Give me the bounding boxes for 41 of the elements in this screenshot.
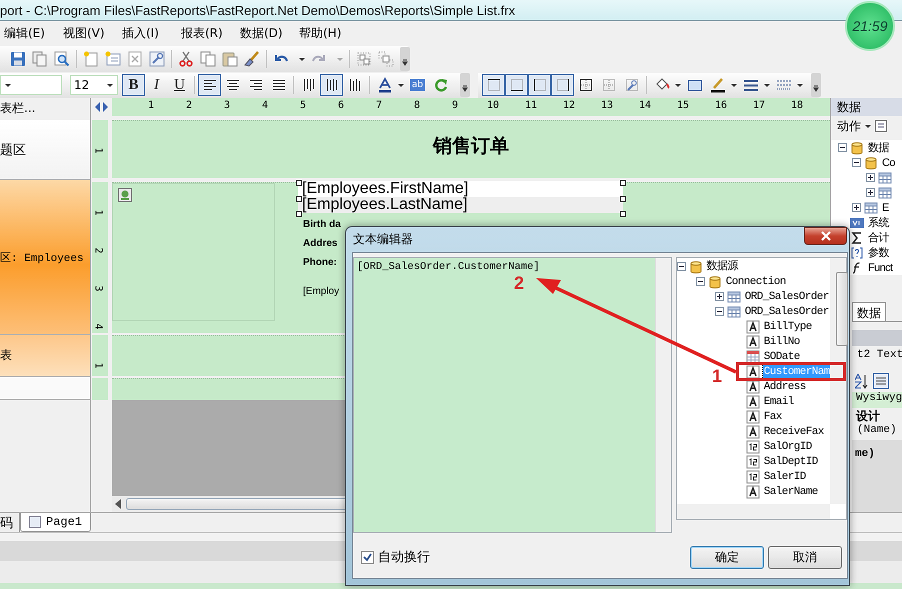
ruler-number: 4 (262, 100, 268, 111)
report-title: 销售订单 (433, 134, 509, 158)
ruler-number: 12 (562, 100, 576, 111)
ruler-number: 1 (148, 100, 154, 111)
text-label: Addres (303, 238, 338, 249)
panel-header: 数据 (831, 98, 902, 116)
ruler-number: 3 (224, 100, 230, 111)
ruler-number: 1 (92, 147, 104, 154)
ruler-number: 3 (92, 285, 104, 292)
ruler-number: 6 (338, 100, 344, 111)
ruler-number: 16 (714, 100, 728, 111)
ruler-number: 18 (790, 100, 804, 111)
text-label: Phone: (303, 257, 337, 268)
property-description: me) (855, 448, 875, 460)
dialog-title: 文本编辑器 (353, 231, 413, 248)
checkbox-label: 自动换行 (378, 549, 430, 566)
window-title: port - C:\Program Files\FastReports\FastReport.Net Demo\Demos\Reports\Simple List.frx (0, 2, 516, 18)
ruler-number: 1 (92, 362, 104, 369)
text-label: Birth da (303, 219, 341, 230)
step-number: 1 (712, 366, 722, 387)
ruler-number: 10 (486, 100, 500, 111)
ruler-number: 13 (600, 100, 614, 111)
property-value: Wysiwyg (852, 392, 902, 408)
ruler-number: 15 (676, 100, 690, 111)
step-number: 2 (514, 273, 524, 294)
ruler-number: 2 (92, 247, 104, 254)
ruler-number: 8 (414, 100, 420, 111)
panel-header: 表栏... (0, 100, 36, 116)
ruler-number: 7 (376, 100, 382, 111)
ruler-number: 9 (452, 100, 458, 111)
property-category: 设计 (854, 408, 881, 424)
property-name: (Name) (856, 424, 898, 438)
ruler-number: 14 (638, 100, 652, 111)
ruler-number: 5 (300, 100, 306, 111)
ruler-number: 2 (186, 100, 192, 111)
ruler-number: 11 (524, 100, 538, 111)
ruler-number: 17 (752, 100, 766, 111)
ruler-number: 4 (92, 323, 104, 330)
clock-gadget: 21:59 (845, 1, 895, 51)
text-label: [Employ (303, 286, 340, 297)
ruler-number: 1 (92, 209, 104, 216)
